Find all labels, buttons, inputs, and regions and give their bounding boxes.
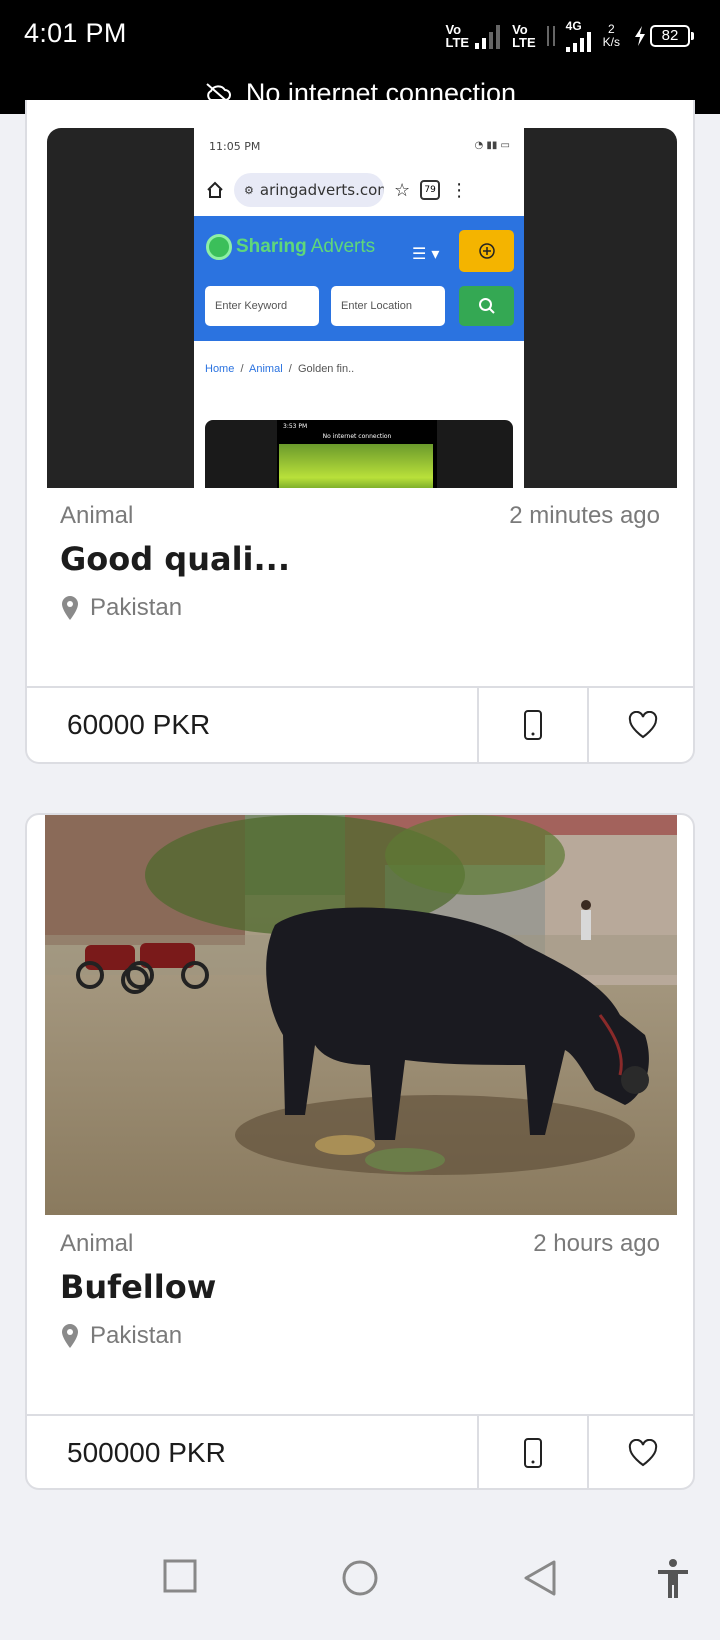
favorite-button[interactable] (587, 1416, 693, 1488)
listing-image[interactable] (45, 815, 677, 1215)
listing-location: Pakistan (60, 594, 182, 622)
menu-icon: ☰ ▾ (412, 244, 440, 263)
listing-location: Pakistan (60, 1322, 182, 1350)
keyword-field: Enter Keyword (205, 286, 319, 326)
listing-title[interactable]: Good quali... (60, 540, 290, 578)
breadcrumb: Home / Animal / Golden fin.. (205, 363, 355, 375)
listing-category: Animal (60, 1230, 134, 1257)
listing-price: 500000 PKR (67, 1437, 226, 1468)
buffalo-photo (45, 815, 677, 1215)
call-button[interactable] (477, 1416, 587, 1488)
phone-icon (524, 1438, 542, 1468)
listing-card[interactable]: 11:05 PM ◔ ▮▮ ▭ ⚙ aringadverts.com ☆ 79 … (25, 100, 695, 764)
listing-footer: 500000 PKR (27, 1414, 693, 1488)
volte-1-indicator: Vo LTE (445, 22, 470, 50)
listing-footer: 60000 PKR (27, 686, 693, 762)
listing-title[interactable]: Bufellow (60, 1268, 216, 1306)
more-icon: ⋮ (450, 179, 469, 201)
status-icons: Vo LTE Vo LTE 4G 2 K/s 82 (445, 20, 694, 52)
status-bar: 4:01 PM Vo LTE Vo LTE 4G 2 K/s 82 (0, 0, 720, 72)
listing-time: 2 hours ago (533, 1230, 660, 1257)
signal-1-icon (475, 23, 501, 49)
network-speed: 2 K/s (602, 22, 620, 49)
nested-screenshot: 3:53 PM No internet connection (205, 420, 513, 488)
signal-2-icon: 4G (565, 20, 591, 52)
location-field: Enter Location (331, 286, 445, 326)
location-pin-icon (62, 1324, 78, 1348)
listing-image[interactable]: 11:05 PM ◔ ▮▮ ▭ ⚙ aringadverts.com ☆ 79 … (47, 128, 677, 488)
back-icon[interactable] (522, 1558, 558, 1598)
system-nav-bar (0, 1530, 720, 1640)
recents-icon[interactable] (162, 1558, 198, 1594)
accessibility-icon[interactable] (655, 1558, 691, 1600)
site-logo: Sharing Adverts (206, 234, 375, 260)
listing-price: 60000 PKR (67, 709, 211, 740)
search-icon (459, 286, 514, 326)
call-button[interactable] (477, 688, 587, 762)
home-icon (207, 181, 223, 198)
listing-card[interactable]: Animal 2 hours ago Bufellow Pakistan 500… (25, 813, 695, 1490)
location-pin-icon (62, 596, 78, 620)
listing-category: Animal (60, 502, 134, 529)
phone-icon (524, 710, 542, 740)
data-arrows-icon (546, 26, 555, 46)
favorite-button[interactable] (587, 688, 693, 762)
clock: 4:01 PM (24, 18, 127, 48)
charging-bolt-icon (635, 26, 645, 46)
heart-icon (628, 711, 658, 739)
volte-2-indicator: Vo LTE (512, 22, 536, 50)
battery-level: 82 (650, 25, 690, 47)
tabs-icon: 79 (420, 180, 441, 200)
listing-time: 2 minutes ago (509, 502, 660, 529)
home-button-icon[interactable] (340, 1558, 380, 1598)
heart-icon (628, 1439, 658, 1467)
embedded-screenshot: 11:05 PM ◔ ▮▮ ▭ ⚙ aringadverts.com ☆ 79 … (194, 128, 524, 488)
star-icon: ☆ (394, 179, 411, 201)
add-icon (459, 230, 514, 272)
battery-indicator: 82 (634, 25, 694, 47)
